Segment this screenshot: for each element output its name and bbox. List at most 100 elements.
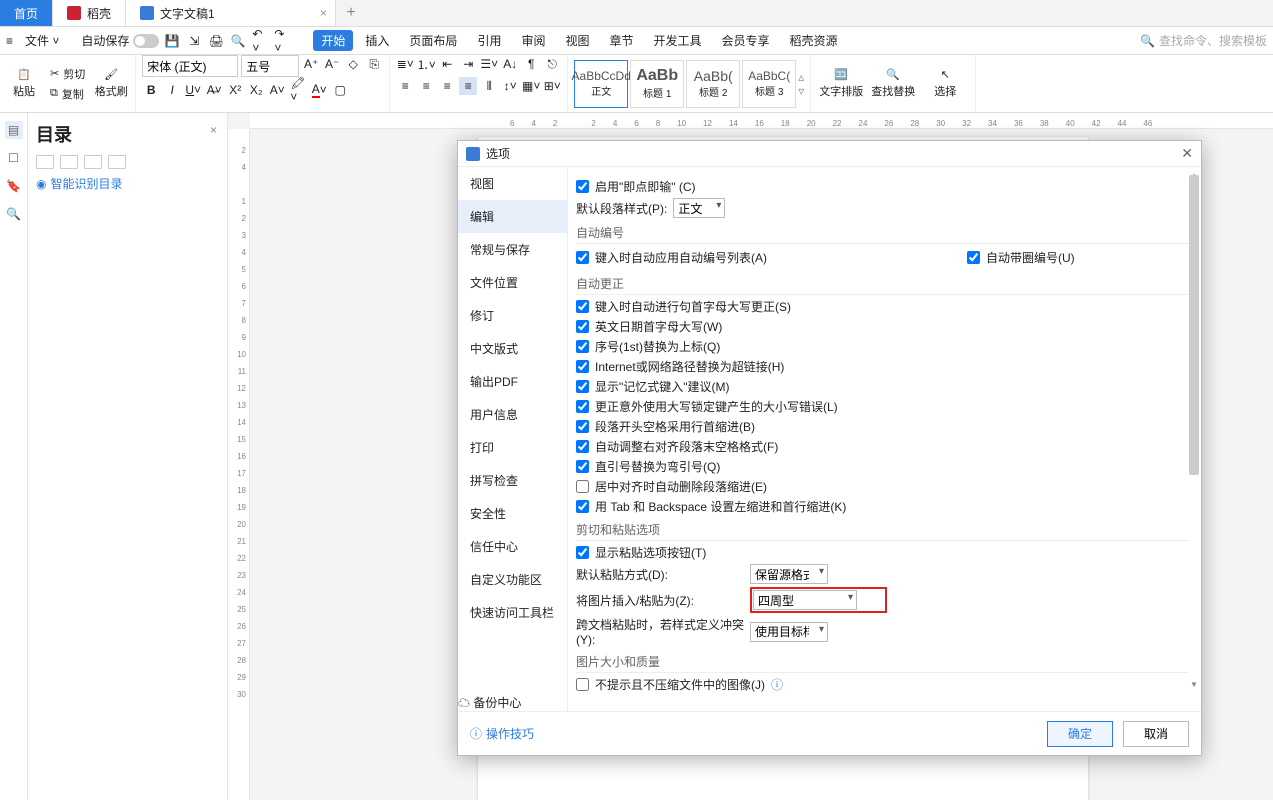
autocorrect-checkbox[interactable] bbox=[576, 380, 589, 393]
align-center-icon[interactable]: ≡ bbox=[417, 77, 435, 95]
autosave-toggle[interactable] bbox=[133, 34, 159, 48]
style-body[interactable]: AaBbCcDd正文 bbox=[574, 60, 628, 108]
rail-outline-icon[interactable]: ▤ bbox=[5, 121, 23, 139]
cancel-button[interactable]: 取消 bbox=[1123, 721, 1189, 747]
outline-tool-1[interactable] bbox=[36, 155, 54, 169]
outline-tool-3[interactable] bbox=[84, 155, 102, 169]
menu-hamburger-icon[interactable]: ≡ bbox=[6, 34, 13, 48]
backup-center-button[interactable]: ☁ 备份中心 bbox=[458, 694, 568, 711]
distribute-icon[interactable]: ⫴ bbox=[480, 77, 498, 95]
highlight-icon[interactable]: 🖍˅ bbox=[289, 81, 307, 99]
borders-icon[interactable]: ⊞˅ bbox=[543, 77, 561, 95]
grow-font-icon[interactable]: A⁺ bbox=[302, 55, 320, 73]
font-color-icon[interactable]: A˅ bbox=[310, 81, 328, 99]
subscript-icon[interactable]: X₂ bbox=[247, 81, 265, 99]
dialog-nav-item[interactable]: 用户信息 bbox=[458, 398, 567, 431]
autocorrect-checkbox[interactable] bbox=[576, 300, 589, 313]
autocorrect-checkbox[interactable] bbox=[576, 420, 589, 433]
menu-devtools[interactable]: 开发工具 bbox=[646, 30, 710, 51]
dialog-scrollbar[interactable]: ▲ ▼ bbox=[1189, 175, 1199, 686]
line-spacing-icon[interactable]: ↕˅ bbox=[501, 77, 519, 95]
dialog-nav-item[interactable]: 常规与保存 bbox=[458, 233, 567, 266]
align-right-icon[interactable]: ≡ bbox=[438, 77, 456, 95]
dialog-nav-item[interactable]: 拼写检查 bbox=[458, 464, 567, 497]
superscript-icon[interactable]: X² bbox=[226, 81, 244, 99]
cut-button[interactable]: ✂ 剪切 bbox=[46, 65, 89, 83]
menu-view[interactable]: 视图 bbox=[557, 30, 597, 51]
bullets-icon[interactable]: ≣˅ bbox=[396, 55, 414, 73]
rail-bookmark-icon[interactable]: 🔖 bbox=[5, 177, 23, 195]
dialog-nav-item[interactable]: 输出PDF bbox=[458, 365, 567, 398]
indent-inc-icon[interactable]: ⇥ bbox=[459, 55, 477, 73]
autocorrect-checkbox[interactable] bbox=[576, 440, 589, 453]
vertical-ruler[interactable]: 2412345678910111213141516171819202122232… bbox=[228, 129, 250, 800]
menu-reference[interactable]: 引用 bbox=[469, 30, 509, 51]
add-tab-button[interactable]: + bbox=[336, 0, 366, 26]
save-icon[interactable]: 💾 bbox=[163, 32, 181, 50]
dialog-nav-item[interactable]: 打印 bbox=[458, 431, 567, 464]
style-h2[interactable]: AaBb(标题 2 bbox=[686, 60, 740, 108]
autocorrect-checkbox[interactable] bbox=[576, 360, 589, 373]
export-icon[interactable]: ⇲ bbox=[185, 32, 203, 50]
format-brush-button[interactable]: 🖌格式刷 bbox=[93, 68, 129, 99]
dialog-nav-item[interactable]: 中文版式 bbox=[458, 332, 567, 365]
clear-format-icon[interactable]: ◇ bbox=[344, 55, 362, 73]
menu-start[interactable]: 开始 bbox=[313, 30, 353, 51]
text-effect-icon[interactable]: A˅ bbox=[268, 81, 286, 99]
indent-dec-icon[interactable]: ⇤ bbox=[438, 55, 456, 73]
outline-tool-2[interactable] bbox=[60, 155, 78, 169]
phonetic-icon[interactable]: ⎘ bbox=[365, 55, 383, 73]
redo-icon[interactable]: ↷ ˅ bbox=[273, 32, 291, 50]
dialog-nav-item[interactable]: 安全性 bbox=[458, 497, 567, 530]
menu-chapter[interactable]: 章节 bbox=[601, 30, 641, 51]
outline-close-icon[interactable]: × bbox=[210, 123, 217, 137]
dialog-nav-item[interactable]: 编辑 bbox=[458, 200, 567, 233]
dialog-nav-item[interactable]: 自定义功能区 bbox=[458, 563, 567, 596]
font-name-select[interactable] bbox=[142, 55, 238, 77]
help-icon[interactable]: ⓘ bbox=[771, 676, 783, 693]
align-justify-icon[interactable]: ≡ bbox=[459, 77, 477, 95]
text-layout-button[interactable]: 🈁文字排版 bbox=[817, 68, 865, 99]
autocorrect-checkbox[interactable] bbox=[576, 460, 589, 473]
menu-review[interactable]: 审阅 bbox=[513, 30, 553, 51]
ok-button[interactable]: 确定 bbox=[1047, 721, 1113, 747]
dialog-nav-item[interactable]: 文件位置 bbox=[458, 266, 567, 299]
cross-doc-select[interactable] bbox=[750, 622, 828, 642]
dialog-nav-item[interactable]: 信任中心 bbox=[458, 530, 567, 563]
rail-search-icon[interactable]: 🔍 bbox=[5, 205, 23, 223]
autocorrect-checkbox[interactable] bbox=[576, 340, 589, 353]
menu-pagelayout[interactable]: 页面布局 bbox=[401, 30, 465, 51]
sort-icon[interactable]: A↓ bbox=[501, 55, 519, 73]
circled-num-checkbox[interactable] bbox=[967, 251, 980, 264]
scroll-down-icon[interactable]: ▼ bbox=[1189, 680, 1199, 690]
eyedrop-icon[interactable]: ⎋ bbox=[543, 55, 561, 73]
menu-vip[interactable]: 会员专享 bbox=[714, 30, 778, 51]
numbering-icon[interactable]: ⒈˅ bbox=[417, 55, 435, 73]
select-button[interactable]: ↖选择 bbox=[921, 68, 969, 99]
dialog-close-icon[interactable]: ✕ bbox=[1181, 145, 1193, 162]
bold-icon[interactable]: B bbox=[142, 81, 160, 99]
no-compress-checkbox[interactable] bbox=[576, 678, 589, 691]
scroll-thumb[interactable] bbox=[1189, 175, 1199, 475]
dialog-nav-item[interactable]: 修订 bbox=[458, 299, 567, 332]
shading-icon[interactable]: ▦˅ bbox=[522, 77, 540, 95]
tab-home[interactable]: 首页 bbox=[0, 0, 53, 26]
autocorrect-checkbox[interactable] bbox=[576, 500, 589, 513]
paste-button[interactable]: 📋粘贴 bbox=[6, 68, 42, 99]
print-icon[interactable]: 🖨 bbox=[207, 32, 225, 50]
tab-shell[interactable]: 稻壳 bbox=[53, 0, 126, 26]
find-replace-button[interactable]: 🔍查找替换 bbox=[869, 68, 917, 99]
autocorrect-checkbox[interactable] bbox=[576, 480, 589, 493]
search-box[interactable]: 🔍 查找命令、搜索模板 bbox=[1140, 32, 1267, 49]
default-para-select[interactable] bbox=[673, 198, 725, 218]
showmarks-icon[interactable]: ¶ bbox=[522, 55, 540, 73]
auto-detect-outline[interactable]: ◉ 智能识别目录 bbox=[36, 175, 219, 192]
auto-num-list-checkbox[interactable] bbox=[576, 251, 589, 264]
asian-layout-icon[interactable]: ☰˅ bbox=[480, 55, 498, 73]
show-paste-btn-checkbox[interactable] bbox=[576, 546, 589, 559]
autocorrect-checkbox[interactable] bbox=[576, 400, 589, 413]
font-size-select[interactable] bbox=[241, 55, 299, 77]
close-icon[interactable]: × bbox=[320, 6, 327, 20]
tips-link[interactable]: ⓘ 操作技巧 bbox=[470, 725, 534, 742]
copy-button[interactable]: ⧉ 复制 bbox=[46, 85, 89, 103]
